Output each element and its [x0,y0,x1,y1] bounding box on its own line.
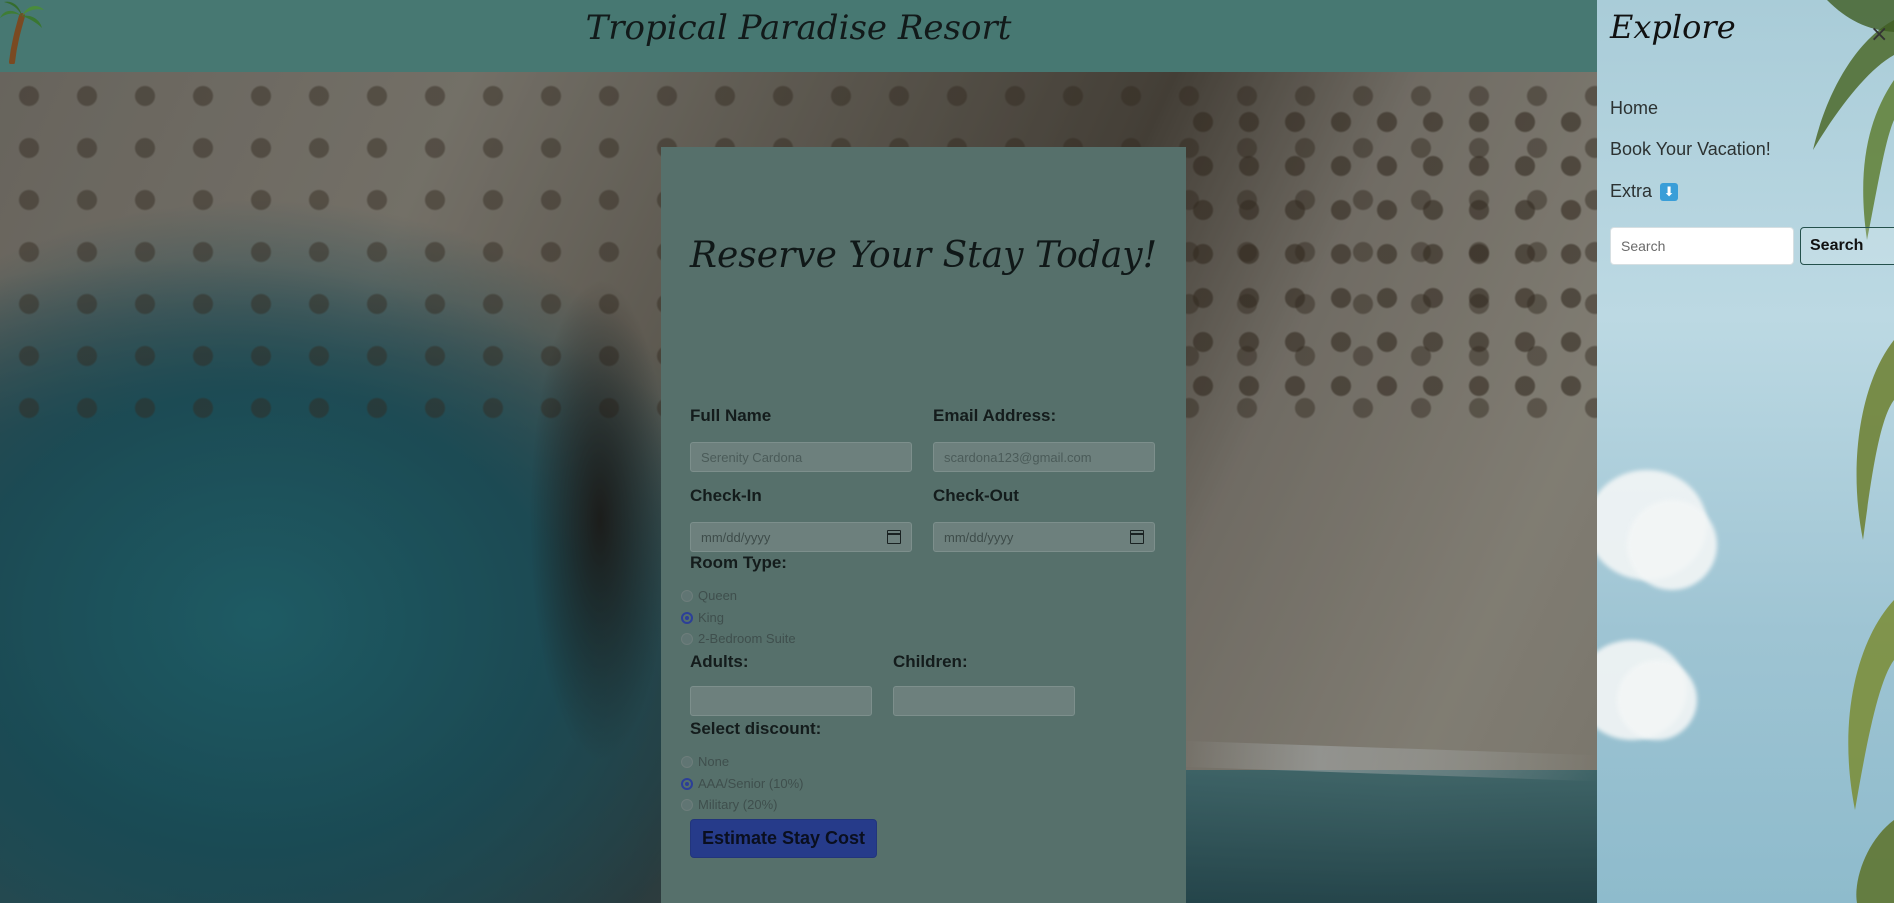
rocky-shore [520,260,670,780]
reservation-form: Reserve Your Stay Today! Full Name Email… [661,147,1186,903]
site-title: Tropical Paradise Resort [585,8,1012,48]
sidebar-item-label: Extra [1610,181,1653,201]
calendar-icon[interactable] [1130,530,1144,544]
check-in-label: Check-In [690,486,762,505]
adults-label: Adults: [690,652,749,671]
discount-option-none[interactable]: None [681,754,729,769]
sidebar-item-extra[interactable]: Extra ⬇ [1610,181,1679,202]
down-arrow-icon: ⬇ [1660,183,1679,202]
radio-button[interactable] [681,798,693,811]
children-input[interactable] [893,686,1075,716]
radio-button[interactable] [681,632,693,645]
radio-button-selected[interactable] [681,777,693,790]
adults-input[interactable] [690,686,872,716]
wave-foam [1179,740,1598,782]
discount-option-aaa-senior[interactable]: AAA/Senior (10%) [681,776,804,791]
radio-button-selected[interactable] [681,611,693,624]
cloud [1617,660,1697,740]
room-option-queen[interactable]: Queen [681,588,737,603]
sidebar-item-book-vacation[interactable]: Book Your Vacation! [1610,139,1771,160]
close-icon[interactable]: × [1870,22,1888,47]
email-input[interactable] [933,442,1155,472]
palm-frond-top [1813,0,1894,240]
site-header: Tropical Paradise Resort [0,0,1597,72]
palm-frond-bottom [1848,340,1894,903]
sea-right [1120,770,1597,903]
check-in-value: mm/dd/yyyy [701,529,771,545]
email-label: Email Address: [933,406,1057,425]
radio-button[interactable] [681,755,693,768]
room-type-label: Room Type: [690,553,787,572]
discount-option-military[interactable]: Military (20%) [681,797,777,812]
explore-sidebar: Explore × Home Book Your Vacation! Extra… [1597,0,1894,903]
check-out-value: mm/dd/yyyy [944,529,1014,545]
full-name-input[interactable] [690,442,912,472]
check-out-date-input[interactable]: mm/dd/yyyy [933,522,1155,552]
check-in-date-input[interactable]: mm/dd/yyyy [690,522,912,552]
cloud [1627,500,1717,590]
room-option-king[interactable]: King [681,610,724,625]
calendar-icon[interactable] [887,530,901,544]
form-heading: Reserve Your Stay Today! [689,235,1158,276]
sidebar-title: Explore [1610,8,1736,46]
search-input[interactable] [1610,227,1794,265]
room-option-suite[interactable]: 2-Bedroom Suite [681,631,796,646]
discount-label: Select discount: [690,719,822,738]
check-out-label: Check-Out [933,486,1019,505]
search-button[interactable]: Search [1800,227,1894,265]
children-label: Children: [893,652,968,671]
full-name-label: Full Name [690,406,772,425]
beach-umbrellas-right [1180,100,1597,400]
radio-button[interactable] [681,589,693,602]
estimate-stay-cost-button[interactable]: Estimate Stay Cost [690,819,877,858]
sidebar-item-home[interactable]: Home [1610,98,1658,119]
